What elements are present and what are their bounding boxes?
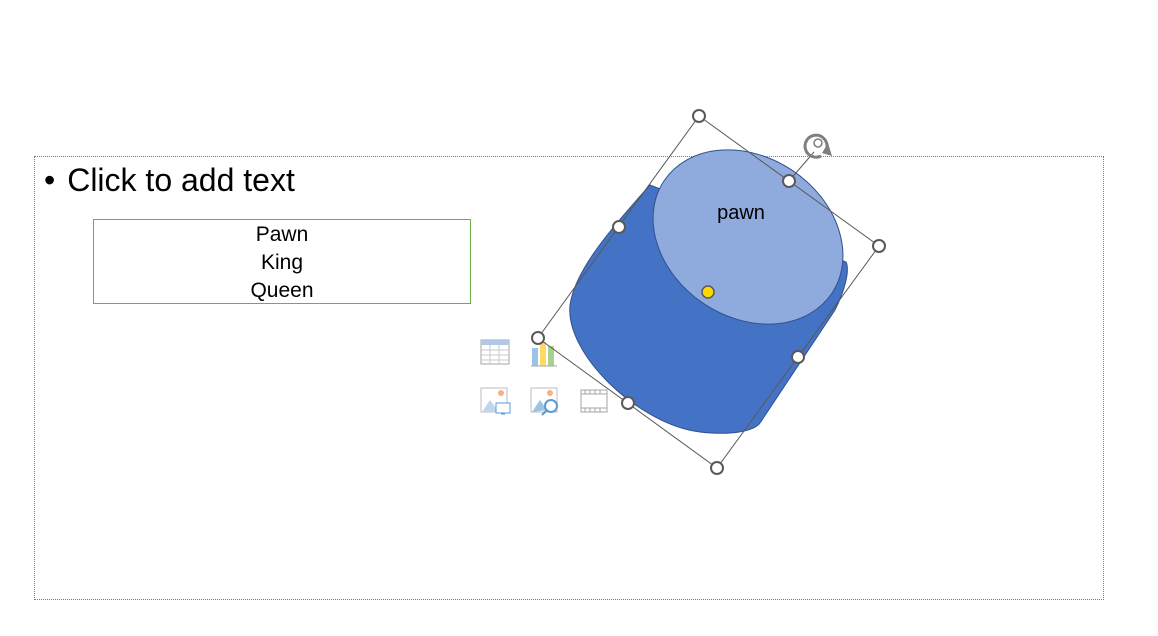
resize-handle[interactable] (621, 396, 635, 410)
resize-handle[interactable] (710, 461, 724, 475)
rotate-handle-icon[interactable] (803, 133, 832, 159)
resize-handle[interactable] (612, 220, 626, 234)
shape-label[interactable]: pawn (717, 202, 765, 224)
resize-handle[interactable] (872, 239, 886, 253)
resize-handle[interactable] (531, 331, 545, 345)
adjust-handle[interactable] (701, 285, 715, 299)
cylinder-shape-layer: pawn (531, 109, 886, 475)
resize-handle[interactable] (791, 350, 805, 364)
resize-handle[interactable] (782, 174, 796, 188)
resize-handle[interactable] (692, 109, 706, 123)
